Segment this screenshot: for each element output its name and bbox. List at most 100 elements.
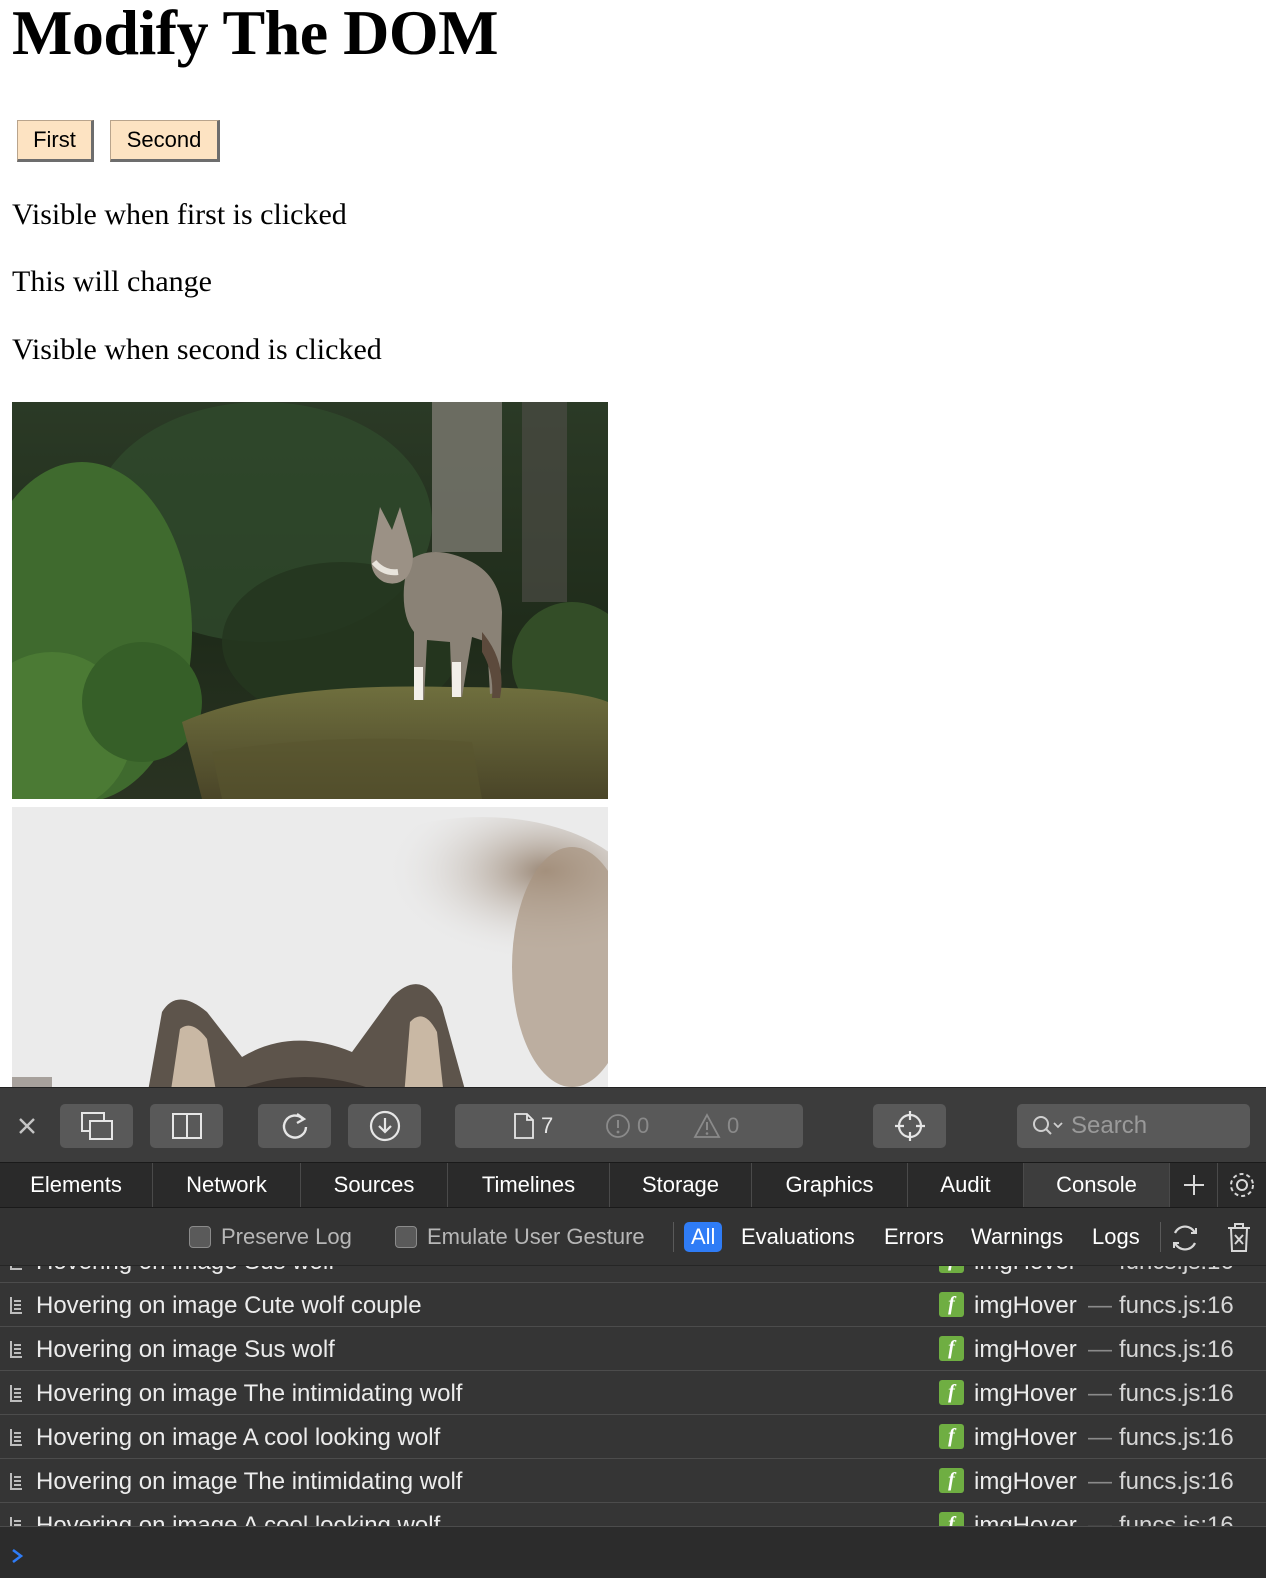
log-function[interactable]: imgHover [974,1468,1077,1496]
detach-window-button[interactable] [60,1104,133,1148]
log-icon [10,1385,22,1402]
log-icon [10,1517,21,1526]
first-visible-text: Visible when first is clicked [12,198,347,231]
function-icon: f [939,1266,964,1273]
detach-window-icon [80,1112,113,1140]
first-button[interactable]: First [17,120,94,162]
log-message: Hovering on image A cool looking wolf [36,1424,441,1451]
function-icon: f [939,1468,964,1493]
filter-evaluations[interactable]: Evaluations [734,1222,862,1252]
log-location[interactable]: funcs.js:16 [1119,1468,1234,1496]
wolf-image-closeup[interactable] [12,807,608,1094]
warning-count[interactable]: 0 [693,1104,739,1148]
console-row[interactable]: Hovering on image Cute wolf couple f img… [0,1284,1266,1327]
resource-count-value: 7 [541,1113,554,1138]
tab-audit[interactable]: Audit [908,1163,1024,1207]
error-icon [606,1114,630,1138]
log-function[interactable]: imgHover [974,1380,1077,1408]
emulate-gesture-checkbox[interactable]: Emulate User Gesture [395,1224,645,1250]
log-location[interactable]: funcs.js:16 [1119,1380,1234,1408]
filter-warnings[interactable]: Warnings [964,1222,1070,1252]
add-tab-button[interactable] [1170,1163,1218,1207]
filter-divider [1160,1222,1161,1252]
log-function[interactable]: imgHover [974,1424,1077,1452]
tab-storage[interactable]: Storage [610,1163,752,1207]
console-prompt-input[interactable] [0,1526,1266,1578]
separator-dash: — [1088,1336,1112,1363]
filter-errors[interactable]: Errors [877,1222,951,1252]
log-icon [10,1341,22,1358]
settings-button[interactable] [1218,1163,1266,1207]
second-button[interactable]: Second [110,120,220,162]
function-icon: f [939,1292,964,1317]
tab-elements[interactable]: Elements [0,1163,153,1207]
tab-sources[interactable]: Sources [301,1163,448,1207]
log-location[interactable]: funcs.js:16 [1119,1512,1234,1526]
tab-console[interactable]: Console [1024,1163,1170,1207]
function-icon: f [939,1336,964,1361]
separator-dash: — [1088,1380,1112,1407]
log-message: Hovering on image Sus wolf [36,1266,335,1276]
reload-button[interactable] [258,1104,331,1148]
log-location[interactable]: funcs.js:16 [1119,1336,1234,1364]
log-message: Hovering on image The intimidating wolf [36,1380,463,1407]
separator-dash: — [1088,1266,1112,1276]
console-log-list: Hovering on image Sus wolf f imgHover — … [0,1266,1266,1526]
tab-network[interactable]: Network [153,1163,301,1207]
log-message: Hovering on image Sus wolf [36,1336,335,1363]
log-message: Hovering on image A cool looking wolf [36,1512,441,1526]
warning-count-value: 0 [727,1113,740,1138]
console-row[interactable]: Hovering on image Sus wolf f imgHover — … [0,1328,1266,1371]
element-picker-button[interactable] [873,1104,946,1148]
download-button[interactable] [348,1104,421,1148]
dock-side-icon [171,1113,202,1139]
refresh-cycle-icon[interactable] [1168,1221,1202,1255]
separator-dash: — [1088,1424,1112,1451]
function-icon: f [939,1512,964,1526]
log-location[interactable]: funcs.js:16 [1119,1424,1234,1452]
log-location[interactable]: funcs.js:16 [1119,1292,1234,1320]
second-visible-text: Visible when second is clicked [12,333,382,366]
resource-status-group: 7 0 0 [455,1104,803,1148]
log-message: Hovering on image The intimidating wolf [36,1468,463,1495]
search-input[interactable]: Search [1017,1104,1250,1148]
tab-graphics[interactable]: Graphics [752,1163,908,1207]
close-icon[interactable] [14,1113,40,1139]
wolf-image-standing[interactable] [12,402,608,799]
preserve-log-box [189,1226,211,1248]
log-icon [10,1473,22,1490]
emulate-gesture-label: Emulate User Gesture [427,1224,645,1249]
console-row[interactable]: Hovering on image The intimidating wolf … [0,1460,1266,1503]
prompt-chevron-icon [12,1548,24,1564]
console-row[interactable]: Hovering on image The intimidating wolf … [0,1372,1266,1415]
console-filter-bar: Preserve Log Emulate User Gesture All Ev… [0,1208,1266,1266]
log-function[interactable]: imgHover [974,1336,1077,1364]
log-icon [10,1297,22,1314]
clear-console-icon[interactable] [1225,1222,1253,1254]
console-row[interactable]: Hovering on image Sus wolf f imgHover — … [0,1266,1266,1283]
log-function[interactable]: imgHover [974,1266,1077,1276]
tab-timelines[interactable]: Timelines [448,1163,610,1207]
gear-icon [1230,1173,1254,1197]
log-function[interactable]: imgHover [974,1292,1077,1320]
filter-all[interactable]: All [684,1222,723,1252]
console-row[interactable]: Hovering on image A cool looking wolf f … [0,1416,1266,1459]
crosshair-icon [894,1111,925,1141]
error-count[interactable]: 0 [605,1104,649,1148]
filter-logs[interactable]: Logs [1085,1222,1147,1252]
log-function[interactable]: imgHover [974,1512,1077,1526]
search-placeholder: Search [1071,1112,1148,1139]
log-location[interactable]: funcs.js:16 [1119,1266,1234,1276]
separator-dash: — [1088,1512,1112,1526]
log-icon [10,1429,22,1446]
error-count-value: 0 [637,1113,650,1138]
download-icon [369,1110,400,1142]
emulate-gesture-box [395,1226,417,1248]
resource-count[interactable]: 7 [513,1104,553,1148]
preserve-log-checkbox[interactable]: Preserve Log [189,1224,352,1250]
console-row[interactable]: Hovering on image A cool looking wolf f … [0,1504,1266,1526]
page-title: Modify The DOM [12,0,499,68]
dock-side-button[interactable] [150,1104,223,1148]
preserve-log-label: Preserve Log [221,1224,352,1249]
plus-icon [1183,1175,1204,1195]
